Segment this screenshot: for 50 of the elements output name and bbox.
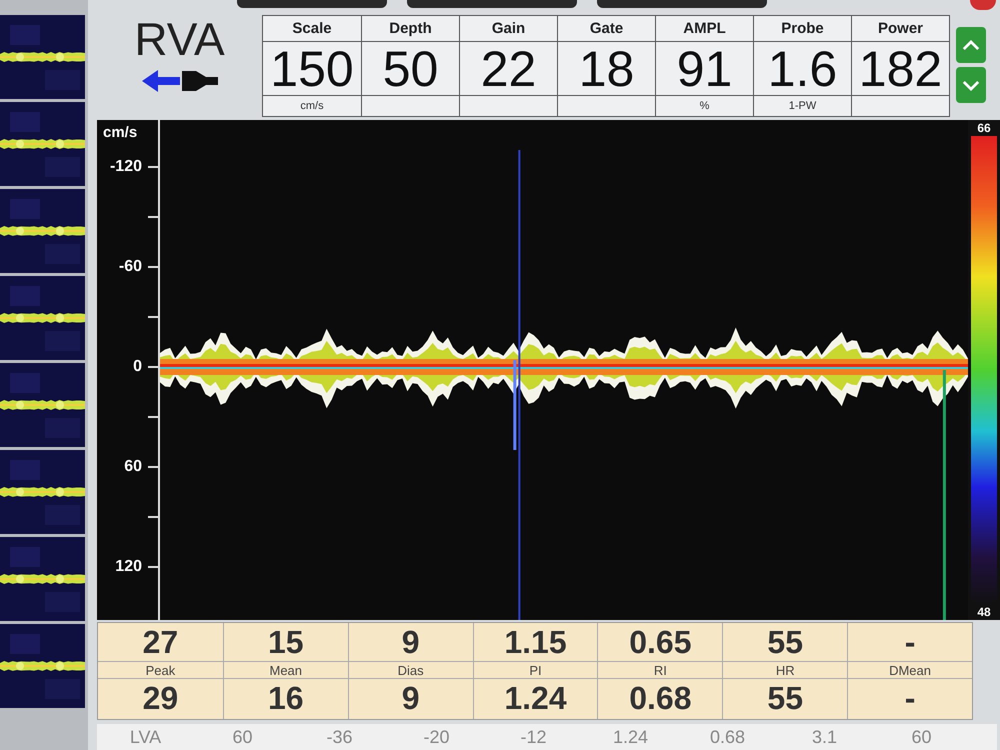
history-cell-text: LVA — [128, 726, 162, 748]
history-cell-text: 60 — [231, 726, 254, 748]
history-cell-text: -20 — [422, 726, 450, 748]
history-cell-text: 1.24 — [612, 726, 650, 748]
parameter-unit: 1-PW — [788, 99, 816, 114]
direction-arrow-icon[interactable] — [140, 67, 220, 95]
parameter-unit: cm/s — [300, 99, 324, 114]
measurement-label: Peak — [98, 661, 223, 679]
colorbar-min-label: 48 — [977, 604, 991, 620]
history-cell-text: 0.68 — [708, 726, 746, 748]
scroll-up-button[interactable] — [956, 27, 986, 63]
vessel-title: RVA — [134, 15, 225, 63]
history-cell-text: -36 — [325, 726, 354, 748]
measurement-label: HR — [723, 661, 848, 679]
parameter-unit: % — [700, 99, 710, 114]
history-cell-text: -12 — [519, 726, 548, 748]
axis-tick-label: 60 — [124, 457, 142, 477]
measurement-value: 9 — [400, 679, 421, 717]
measurement-value: 1.24 — [503, 679, 568, 717]
measurement-value: 0.68 — [628, 679, 692, 717]
measurement-value: 55 — [766, 623, 804, 661]
measurement-label: PI — [474, 661, 598, 679]
axis-tick-label: 120 — [115, 557, 142, 577]
measurement-label: RI — [598, 661, 722, 679]
measurement-label: DMean — [848, 661, 972, 679]
measurement-value: 29 — [142, 679, 180, 717]
axis-tick-label: 0 — [133, 357, 142, 377]
history-cell-text: 60 — [910, 726, 933, 748]
axis-tick-label: -120 — [110, 157, 142, 177]
colorbar-max-label: 66 — [977, 120, 991, 136]
measurement-value: 15 — [266, 623, 305, 661]
measurement-value: 0.65 — [628, 623, 692, 661]
measurement-value: 27 — [142, 623, 180, 661]
measurement-label: Mean — [224, 661, 348, 679]
measurement-value: 9 — [400, 623, 421, 661]
axis-unit: cm/s — [103, 123, 138, 143]
chevron-down-icon — [962, 80, 980, 90]
axis-tick-label: -60 — [118, 257, 142, 277]
measurement-value: - — [904, 623, 916, 661]
scroll-down-button[interactable] — [956, 67, 986, 103]
measurement-label: Dias — [348, 661, 473, 679]
measurement-value: 1.15 — [503, 623, 568, 661]
history-cell-text: 3.1 — [810, 726, 838, 748]
measurement-value: - — [904, 679, 916, 717]
parameter-value: 182 — [852, 42, 949, 96]
chevron-up-icon — [962, 40, 980, 50]
measurement-value: 16 — [266, 679, 305, 717]
measurement-value: 55 — [766, 679, 804, 717]
close-button[interactable] — [970, 0, 996, 10]
parameter-label: Power — [852, 16, 949, 42]
